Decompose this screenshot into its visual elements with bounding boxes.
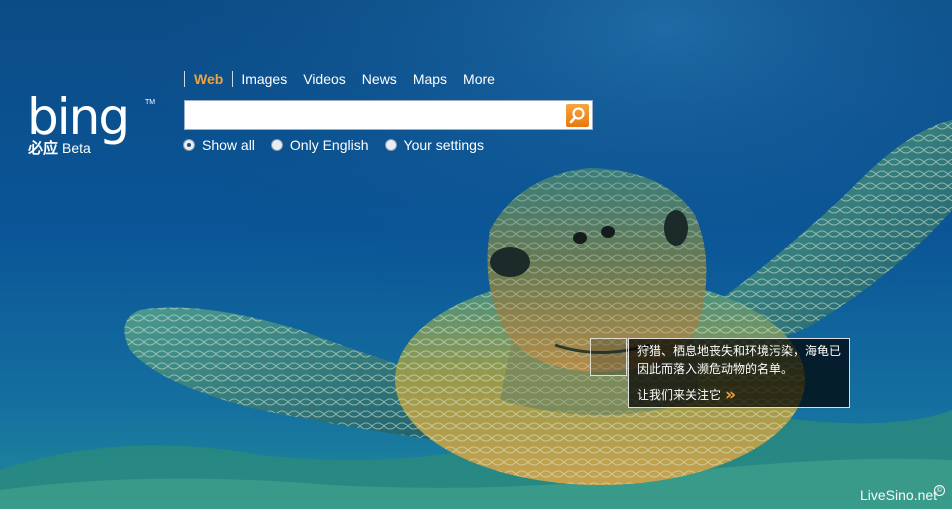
watermark: LiveSino.net — [860, 487, 938, 503]
hotspot-info-link-label: 让我们来关注它 — [637, 388, 722, 402]
option-only-english[interactable]: Only English — [270, 137, 369, 153]
option-show-all[interactable]: Show all — [183, 137, 255, 153]
radio-only-english[interactable] — [270, 139, 283, 151]
logo-chinese-name: 必应 — [28, 139, 59, 157]
search-box — [184, 100, 593, 130]
nav-images[interactable]: Images — [233, 69, 295, 89]
hotspot-info-box: 狩猎、栖息地丧失和环境污染，海龟已因此而落入濒危动物的名单。 让我们来关注它 » — [628, 338, 850, 408]
logo-trademark: TM — [145, 99, 156, 106]
hotspot-info-link[interactable]: 让我们来关注它 » — [637, 386, 842, 403]
bing-logo[interactable]: bing TM 必应 Beta — [27, 88, 157, 158]
nav-news[interactable]: News — [354, 69, 405, 89]
copyright-icon: © — [934, 485, 945, 496]
image-hotspot[interactable] — [590, 338, 627, 376]
option-your-settings[interactable]: Your settings — [384, 137, 484, 153]
logo-subtitle: 必应 Beta — [28, 137, 91, 158]
nav-maps[interactable]: Maps — [405, 69, 455, 89]
option-only-english-label: Only English — [289, 137, 369, 153]
search-icon — [569, 107, 585, 124]
option-your-settings-label: Your settings — [403, 137, 484, 153]
search-button[interactable] — [566, 104, 589, 127]
double-chevron-right-icon: » — [725, 384, 736, 405]
option-show-all-label: Show all — [202, 137, 255, 153]
radio-show-all[interactable] — [183, 139, 195, 151]
radio-your-settings[interactable] — [384, 139, 397, 151]
nav-more[interactable]: More — [455, 69, 503, 89]
hotspot-info-text: 狩猎、栖息地丧失和环境污染，海龟已因此而落入濒危动物的名单。 — [637, 344, 842, 376]
logo-beta-label: Beta — [62, 140, 91, 156]
search-input[interactable] — [191, 105, 565, 127]
top-nav: Web Images Videos News Maps More — [184, 69, 503, 89]
nav-web[interactable]: Web — [185, 69, 232, 89]
language-options: Show all Only English Your settings — [183, 137, 500, 153]
nav-videos[interactable]: Videos — [295, 69, 354, 89]
